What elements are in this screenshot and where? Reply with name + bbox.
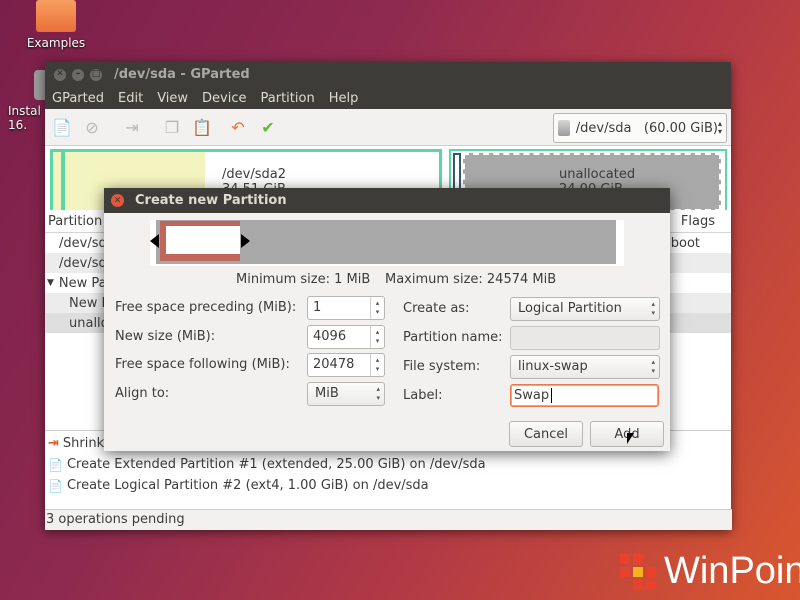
close-icon[interactable]: ✕ bbox=[54, 68, 66, 81]
list-item[interactable]: 📄 Create Extended Partition #1 (extended… bbox=[45, 454, 731, 475]
align-value: MiB bbox=[315, 386, 339, 401]
cancel-button[interactable]: Cancel bbox=[509, 421, 583, 447]
free-after-value: 20478 bbox=[313, 357, 355, 372]
examples-label: Examples bbox=[26, 36, 86, 50]
new-partition-box bbox=[160, 221, 240, 261]
device-selector[interactable]: /dev/sda (60.00 GiB) ▴ ▾ bbox=[553, 113, 727, 143]
partition-name-label: Partition name: bbox=[403, 330, 503, 345]
row-partition: /dev/sd bbox=[59, 235, 107, 251]
chevron-updown-icon: ▴ ▾ bbox=[717, 119, 722, 136]
min-size-label: Minimum size: 1 MiB bbox=[236, 272, 371, 287]
paste-icon[interactable]: 📋 bbox=[189, 114, 215, 140]
size-graphic[interactable] bbox=[150, 220, 624, 266]
new-size-value: 4096 bbox=[313, 329, 347, 344]
operation-text: Create Extended Partition #1 (extended, … bbox=[66, 457, 486, 472]
menu-edit[interactable]: Edit bbox=[111, 91, 150, 106]
maximize-icon[interactable]: □ bbox=[90, 68, 102, 81]
window-title: /dev/sda - GParted bbox=[114, 67, 250, 82]
col-flags[interactable]: Flags bbox=[681, 214, 715, 229]
delete-icon[interactable]: ⊘ bbox=[79, 114, 105, 140]
mouse-cursor-icon bbox=[627, 433, 634, 444]
menu-device[interactable]: Device bbox=[195, 91, 253, 106]
free-before-spinner[interactable]: 1 ▴ ▾ bbox=[307, 296, 385, 320]
close-icon[interactable]: ✕ bbox=[111, 194, 124, 207]
menu-help[interactable]: Help bbox=[322, 91, 366, 106]
dialog-title: Create new Partition bbox=[135, 193, 287, 208]
spin-arrows-icon[interactable]: ▴ ▾ bbox=[370, 354, 384, 376]
undo-icon[interactable]: ↶ bbox=[225, 114, 251, 140]
right-resize-handle[interactable] bbox=[241, 234, 250, 248]
free-before-value: 1 bbox=[313, 300, 322, 315]
label-input-value: Swap bbox=[514, 388, 550, 403]
free-after-spinner[interactable]: 20478 ▴ ▾ bbox=[307, 353, 385, 377]
spin-arrows-icon[interactable]: ▴ ▾ bbox=[370, 297, 384, 319]
install-label: Instal 16. bbox=[8, 104, 41, 132]
partition-name-input[interactable] bbox=[510, 326, 660, 350]
chevron-updown-icon: ▴ ▾ bbox=[376, 385, 380, 402]
shrink-icon: ⇥ bbox=[48, 436, 59, 451]
menu-partition[interactable]: Partition bbox=[254, 91, 322, 106]
filesystem-value: linux-swap bbox=[518, 359, 588, 374]
create-as-select[interactable]: Logical Partition ▴ ▾ bbox=[510, 297, 660, 321]
operation-text: Shrink bbox=[62, 436, 105, 451]
create-as-label: Create as: bbox=[403, 301, 470, 316]
toolbar: 📄 ⊘ ⇥ ❐ 📋 ↶ ✔ /dev/sda (60.00 GiB) ▴ ▾ bbox=[45, 109, 731, 146]
device-selector-text: /dev/sda (60.00 GiB) bbox=[575, 120, 718, 136]
row-partition: /dev/sd bbox=[59, 255, 107, 271]
menu-gparted[interactable]: GParted bbox=[45, 91, 111, 106]
new-partition-icon[interactable]: 📄 bbox=[49, 114, 75, 140]
align-label: Align to: bbox=[115, 386, 170, 401]
list-item[interactable]: 📄 Create Logical Partition #2 (ext4, 1.0… bbox=[45, 475, 731, 496]
new-size-spinner[interactable]: 4096 ▴ ▾ bbox=[307, 325, 385, 349]
minimize-icon[interactable]: – bbox=[72, 68, 84, 81]
winpoin-logo-icon bbox=[620, 553, 656, 590]
apply-icon[interactable]: ✔ bbox=[255, 114, 281, 140]
resize-icon[interactable]: ⇥ bbox=[119, 114, 145, 140]
status-bar: 3 operations pending bbox=[45, 509, 732, 530]
harddisk-icon bbox=[558, 120, 570, 136]
text-cursor bbox=[551, 388, 552, 403]
operation-text: Create Logical Partition #2 (ext4, 1.00 … bbox=[66, 478, 429, 493]
winpoin-text: WinPoin bbox=[664, 550, 800, 592]
window-titlebar: ✕ – □ /dev/sda - GParted bbox=[45, 62, 731, 87]
create-partition-dialog: ✕ Create new Partition Minimum size: 1 M… bbox=[104, 188, 670, 451]
label-input[interactable]: Swap bbox=[510, 384, 659, 407]
expander-icon[interactable]: ▼ bbox=[47, 278, 54, 288]
new-size-label: New size (MiB): bbox=[115, 329, 216, 344]
max-size-label: Maximum size: 24574 MiB bbox=[385, 272, 557, 287]
spin-arrows-icon[interactable]: ▴ ▾ bbox=[370, 326, 384, 348]
filesystem-select[interactable]: linux-swap ▴ ▾ bbox=[510, 355, 660, 379]
create-partition-icon: 📄 bbox=[48, 457, 63, 472]
chevron-updown-icon: ▴ ▾ bbox=[651, 300, 655, 317]
examples-desktop-icon[interactable]: Examples bbox=[22, 0, 90, 50]
dialog-titlebar: ✕ Create new Partition bbox=[104, 188, 670, 213]
create-as-value: Logical Partition bbox=[518, 301, 622, 316]
filesystem-label: File system: bbox=[403, 359, 481, 374]
install-desktop-icon[interactable]: Instal 16. bbox=[8, 70, 52, 132]
free-before-label: Free space preceding (MiB): bbox=[115, 300, 297, 315]
free-after-label: Free space following (MiB): bbox=[115, 357, 290, 372]
copy-icon[interactable]: ❐ bbox=[159, 114, 185, 140]
label-label: Label: bbox=[403, 388, 443, 403]
menubar: GParted Edit View Device Partition Help bbox=[45, 87, 731, 109]
col-partition[interactable]: Partition bbox=[48, 214, 102, 229]
winpoin-watermark: WinPoin bbox=[620, 550, 800, 593]
menu-view[interactable]: View bbox=[150, 91, 195, 106]
folder-icon bbox=[36, 0, 76, 32]
chevron-updown-icon: ▴ ▾ bbox=[651, 358, 655, 375]
row-flags: boot bbox=[670, 235, 700, 251]
row-partition: New Pa bbox=[58, 275, 107, 291]
align-select[interactable]: MiB ▴ ▾ bbox=[307, 382, 385, 406]
sda2-name: /dev/sda2 bbox=[222, 167, 286, 182]
create-partition-icon: 📄 bbox=[48, 478, 63, 493]
unalloc-name: unallocated bbox=[559, 167, 636, 182]
row-partition: unallo bbox=[69, 315, 109, 331]
new-partition-inner bbox=[166, 226, 240, 254]
left-resize-handle[interactable] bbox=[150, 234, 159, 248]
